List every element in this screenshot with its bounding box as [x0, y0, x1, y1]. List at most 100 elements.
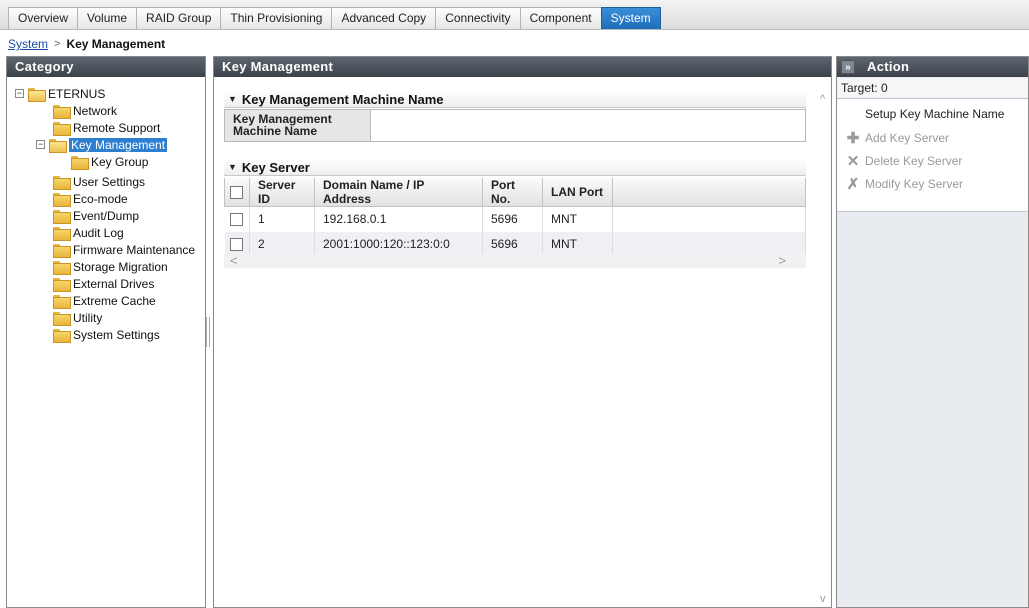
lan-port-cell: MNT [542, 206, 613, 232]
category-panel-title: Category [7, 57, 205, 77]
port-cell: 5696 [482, 206, 543, 232]
tree-item-user-settings[interactable]: User Settings [53, 173, 145, 190]
tab-overview[interactable]: Overview [8, 7, 79, 29]
server-id-cell: 1 [249, 206, 315, 232]
main-panel: Key Management ▼ Key Management Machine … [213, 56, 832, 608]
row-select-cell [224, 206, 250, 232]
tab-thin-provisioning[interactable]: Thin Provisioning [220, 7, 333, 29]
tab-component[interactable]: Component [519, 7, 602, 29]
collapse-toggle-icon[interactable]: − [15, 89, 24, 98]
tree-item-network[interactable]: Network [53, 102, 117, 119]
tab-volume[interactable]: Volume [77, 7, 138, 29]
row-checkbox[interactable] [229, 213, 243, 227]
action-label: Modify Key Server [865, 177, 964, 191]
machine-name-label-line2: Machine Name [233, 124, 318, 138]
tree-item-utility[interactable]: Utility [53, 309, 102, 326]
action-label: Add Key Server [865, 131, 950, 145]
tree-item-eco-mode[interactable]: Eco-mode [53, 190, 128, 207]
folder-icon [53, 328, 71, 343]
tree-item-system-settings[interactable]: System Settings [53, 326, 160, 343]
breadcrumb-current: Key Management [66, 37, 166, 51]
section-title[interactable]: ▼ Key Server [224, 159, 806, 176]
tree-item-key-group[interactable]: Key Group [71, 153, 148, 170]
collapse-triangle-icon: ▼ [228, 94, 237, 104]
add-key-server-action[interactable]: ✚ Add Key Server [845, 129, 1028, 147]
setup-key-machine-name-action[interactable]: Setup Key Machine Name [865, 105, 1028, 123]
folder-icon [53, 226, 71, 241]
modify-key-server-action[interactable]: ✗ Modify Key Server [845, 175, 1028, 193]
table-row[interactable]: 2 2001:1000:120::123:0:0 5696 MNT [224, 231, 806, 257]
folder-icon [53, 294, 71, 309]
action-list: Setup Key Machine Name ✚ Add Key Server … [837, 99, 1028, 212]
tree-item-remote-support[interactable]: Remote Support [53, 119, 160, 136]
tree-item-label: Utility [73, 310, 103, 325]
tree-item-label: ETERNUS [48, 86, 106, 101]
scroll-left-icon[interactable]: < [230, 253, 238, 268]
tree-item-label: Event/Dump [73, 208, 140, 223]
tree-item-extreme-cache[interactable]: Extreme Cache [53, 292, 156, 309]
tree-item-audit-log[interactable]: Audit Log [53, 224, 124, 241]
folder-icon [53, 104, 71, 119]
tree-item-label: Network [73, 103, 118, 118]
tab-advanced-copy[interactable]: Advanced Copy [331, 7, 437, 29]
plus-icon: ✚ [846, 130, 860, 147]
tree-item-label: External Drives [73, 276, 155, 291]
main-tabs: Overview Volume RAID Group Thin Provisio… [8, 7, 661, 29]
breadcrumb: System > Key Management [8, 36, 165, 52]
column-header-port[interactable]: Port No. [482, 178, 543, 207]
scroll-up-icon[interactable]: ^ [820, 93, 825, 105]
action-label: Delete Key Server [865, 154, 963, 168]
folder-icon [53, 175, 71, 190]
action-label: Setup Key Machine Name [865, 107, 1005, 121]
tree-item-label: Audit Log [73, 225, 124, 240]
action-title-label: Action [867, 59, 910, 74]
machine-name-section: ▼ Key Management Machine Name [224, 91, 806, 108]
tree-item-key-management[interactable]: − Key Management [36, 136, 168, 153]
action-panel: » Action Target: 0 Setup Key Machine Nam… [836, 56, 1029, 608]
collapse-toggle-icon[interactable]: − [36, 140, 45, 149]
scroll-right-icon[interactable]: > [778, 253, 786, 268]
top-tab-bar: Overview Volume RAID Group Thin Provisio… [0, 0, 1029, 30]
machine-name-field: Key Management Machine Name [224, 109, 806, 142]
main-panel-title: Key Management [214, 57, 831, 77]
delete-key-server-action[interactable]: ✕ Delete Key Server [845, 152, 1028, 170]
breadcrumb-system-link[interactable]: System [8, 37, 48, 51]
tab-raid-group[interactable]: RAID Group [136, 7, 222, 29]
filler-cell [612, 231, 806, 257]
table-row[interactable]: 1 192.168.0.1 5696 MNT [224, 206, 806, 232]
category-panel: Category − ETERNUS Network Remote Suppor… [6, 56, 206, 608]
tree-item-label: Key Group [91, 154, 149, 169]
scroll-down-icon[interactable]: v [820, 593, 826, 605]
section-title[interactable]: ▼ Key Management Machine Name [224, 91, 806, 108]
collapse-panel-icon[interactable]: » [841, 60, 855, 74]
horizontal-scrollbar[interactable]: < > [224, 253, 806, 268]
address-cell: 192.168.0.1 [314, 206, 483, 232]
column-header-server-id[interactable]: Server ID [249, 178, 315, 207]
address-cell: 2001:1000:120::123:0:0 [314, 231, 483, 257]
row-checkbox[interactable] [229, 238, 243, 252]
folder-icon [53, 192, 71, 207]
tree-item-label: System Settings [73, 327, 160, 342]
panel-splitter-handle[interactable] [206, 317, 210, 347]
select-all-checkbox[interactable] [230, 186, 243, 200]
column-header-lan-port[interactable]: LAN Port [542, 178, 613, 207]
machine-name-value [371, 110, 805, 141]
section-title-label: Key Management Machine Name [241, 91, 444, 107]
port-cell: 5696 [482, 231, 543, 257]
tab-system[interactable]: System [600, 7, 661, 29]
breadcrumb-separator: > [54, 38, 61, 50]
tree-item-label: Extreme Cache [73, 293, 156, 308]
select-all-header [224, 178, 250, 207]
folder-icon [53, 243, 71, 258]
vertical-scrollbar[interactable]: ^ v [817, 77, 831, 607]
machine-name-label: Key Management Machine Name [225, 110, 371, 141]
tree-item-label: Firmware Maintenance [73, 242, 196, 257]
tree-item-event-dump[interactable]: Event/Dump [53, 207, 139, 224]
tree-item-firmware-maintenance[interactable]: Firmware Maintenance [53, 241, 195, 258]
column-header-address[interactable]: Domain Name / IP Address [314, 178, 483, 207]
tree-item-eternus[interactable]: − ETERNUS [15, 85, 105, 102]
tree-item-external-drives[interactable]: External Drives [53, 275, 154, 292]
tree-item-storage-migration[interactable]: Storage Migration [53, 258, 168, 275]
tab-connectivity[interactable]: Connectivity [435, 7, 521, 29]
tree-item-label: Storage Migration [73, 259, 168, 274]
